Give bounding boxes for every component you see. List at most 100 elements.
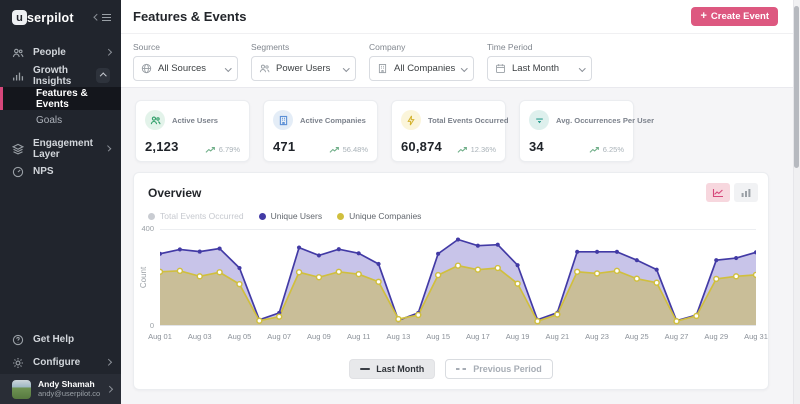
legend-label: Unique Companies bbox=[349, 211, 421, 221]
x-axis-label: Aug 19 bbox=[506, 332, 530, 341]
segments-dropdown[interactable]: Power Users bbox=[251, 56, 356, 81]
x-axis-label: Aug 17 bbox=[466, 332, 490, 341]
gear-icon bbox=[12, 357, 24, 369]
filter-time-period: Time Period Last Month bbox=[487, 42, 592, 87]
sidebar-item-people[interactable]: People bbox=[0, 41, 121, 64]
sidebar-item-label: Growth Insights bbox=[33, 65, 96, 87]
plus-icon: + bbox=[700, 11, 706, 22]
logo: userpilot bbox=[0, 0, 121, 33]
scrollbar-thumb[interactable] bbox=[794, 6, 799, 168]
sidebar: userpilot People Growth Insights Feature… bbox=[0, 0, 121, 404]
stat-value: 60,874 bbox=[401, 139, 442, 154]
sidebar-item-growth-insights[interactable]: Growth Insights bbox=[0, 64, 121, 87]
stat-value: 2,123 bbox=[145, 139, 179, 154]
x-axis-label: Aug 15 bbox=[426, 332, 450, 341]
trend-up-icon bbox=[589, 146, 600, 154]
stat-trend-pct: 6.79% bbox=[219, 145, 240, 154]
y-tick-zero: 0 bbox=[136, 321, 154, 330]
legend-dot bbox=[259, 213, 266, 220]
chart-plot[interactable] bbox=[160, 229, 756, 326]
dashed-line-icon bbox=[456, 368, 467, 370]
x-axis-label: Aug 03 bbox=[188, 332, 212, 341]
scrollbar-track[interactable] bbox=[793, 0, 800, 404]
chevron-right-icon bbox=[106, 386, 112, 392]
stat-trend: 56.48% bbox=[329, 145, 368, 154]
stat-trend-pct: 12.36% bbox=[471, 145, 496, 154]
menu-icon bbox=[102, 12, 111, 23]
legend-label: Total Events Occurred bbox=[160, 211, 244, 221]
active-users-icon bbox=[145, 110, 165, 130]
sidebar-item-engagement-layer[interactable]: Engagement Layer bbox=[0, 137, 121, 160]
period-buttons: Last Month Previous Period bbox=[134, 359, 768, 379]
filter-source: Source All Sources bbox=[133, 42, 238, 87]
sidebar-nav: People Growth Insights Features & Events… bbox=[0, 41, 121, 183]
avatar bbox=[12, 380, 31, 399]
sidebar-item-label: Configure bbox=[33, 357, 80, 368]
x-axis-label: Aug 09 bbox=[307, 332, 331, 341]
sidebar-item-get-help[interactable]: Get Help bbox=[0, 328, 121, 351]
legend-total-events[interactable]: Total Events Occurred bbox=[148, 211, 244, 221]
sidebar-item-configure[interactable]: Configure bbox=[0, 351, 121, 374]
legend-unique-companies[interactable]: Unique Companies bbox=[337, 211, 421, 221]
building-icon bbox=[377, 63, 388, 74]
x-axis-label: Aug 29 bbox=[704, 332, 728, 341]
solid-line-icon bbox=[360, 368, 370, 370]
main-content: Features & Events + Create Event Source … bbox=[121, 0, 800, 404]
dropdown-value: Last Month bbox=[512, 63, 559, 74]
x-axis-label: Aug 13 bbox=[387, 332, 411, 341]
bar-chart-icon bbox=[12, 70, 24, 82]
sidebar-item-nps[interactable]: NPS bbox=[0, 160, 121, 183]
x-axis-label: Aug 01 bbox=[148, 332, 172, 341]
source-dropdown[interactable]: All Sources bbox=[133, 56, 238, 81]
total-events-icon bbox=[401, 110, 421, 130]
x-axis-label: Aug 21 bbox=[545, 332, 569, 341]
stat-label: Active Users bbox=[172, 116, 218, 125]
stat-value: 471 bbox=[273, 139, 295, 154]
chevron-down-icon bbox=[225, 65, 231, 71]
userpilot-dashboard: userpilot People Growth Insights Feature… bbox=[0, 0, 800, 404]
logo-u-icon: u bbox=[12, 10, 27, 25]
create-event-button[interactable]: + Create Event bbox=[691, 7, 778, 26]
sidebar-subitem-label: Goals bbox=[36, 115, 62, 126]
chevron-left-icon bbox=[94, 14, 100, 20]
layers-icon bbox=[12, 143, 24, 155]
stat-trend: 6.25% bbox=[589, 145, 624, 154]
x-axis-label: Aug 07 bbox=[267, 332, 291, 341]
chart-area: Count 400 0 Aug 01Aug 03Aug 05Aug 07Aug … bbox=[134, 223, 768, 353]
stat-trend-pct: 56.48% bbox=[343, 145, 368, 154]
calendar-icon bbox=[495, 63, 506, 74]
sidebar-subitem-label: Features & Events bbox=[36, 88, 121, 110]
time-period-dropdown[interactable]: Last Month bbox=[487, 56, 592, 81]
sidebar-item-label: Engagement Layer bbox=[33, 138, 106, 160]
sidebar-subitem-goals[interactable]: Goals bbox=[0, 110, 121, 131]
create-event-label: Create Event bbox=[711, 11, 769, 22]
x-axis-label: Aug 11 bbox=[347, 332, 370, 341]
filter-bar: Source All Sources Segments Power Users … bbox=[121, 34, 800, 88]
gauge-icon bbox=[12, 166, 24, 178]
page-header: Features & Events + Create Event bbox=[121, 0, 800, 34]
chart-type-toggles bbox=[706, 183, 758, 202]
globe-icon bbox=[141, 63, 152, 74]
chevron-right-icon bbox=[105, 49, 111, 55]
last-month-button[interactable]: Last Month bbox=[349, 359, 435, 379]
chevron-down-icon bbox=[343, 65, 349, 71]
user-profile[interactable]: Andy Shamah andy@userpilot.co bbox=[0, 374, 121, 404]
sidebar-collapse-button[interactable] bbox=[95, 12, 112, 23]
stat-label: Active Companies bbox=[300, 116, 366, 125]
sidebar-subitem-features-events[interactable]: Features & Events bbox=[0, 87, 121, 110]
bar-chart-toggle-button[interactable] bbox=[734, 183, 758, 202]
users-icon bbox=[259, 63, 270, 74]
trend-up-icon bbox=[205, 146, 216, 154]
collapse-section-button[interactable] bbox=[96, 68, 110, 83]
stats-row: Active Users 2,123 6.79% Active Companie… bbox=[121, 100, 634, 162]
stat-card-active-users: Active Users 2,123 6.79% bbox=[135, 100, 250, 162]
previous-period-button[interactable]: Previous Period bbox=[445, 359, 553, 379]
line-chart-toggle-button[interactable] bbox=[706, 183, 730, 202]
overview-title: Overview bbox=[148, 186, 201, 200]
legend-unique-users[interactable]: Unique Users bbox=[259, 211, 323, 221]
company-dropdown[interactable]: All Companies bbox=[369, 56, 474, 81]
chevron-up-icon bbox=[100, 73, 106, 79]
chart-legend: Total Events Occurred Unique Users Uniqu… bbox=[134, 202, 768, 221]
x-axis-label: Aug 05 bbox=[228, 332, 252, 341]
avg-occurrences-icon bbox=[529, 110, 549, 130]
